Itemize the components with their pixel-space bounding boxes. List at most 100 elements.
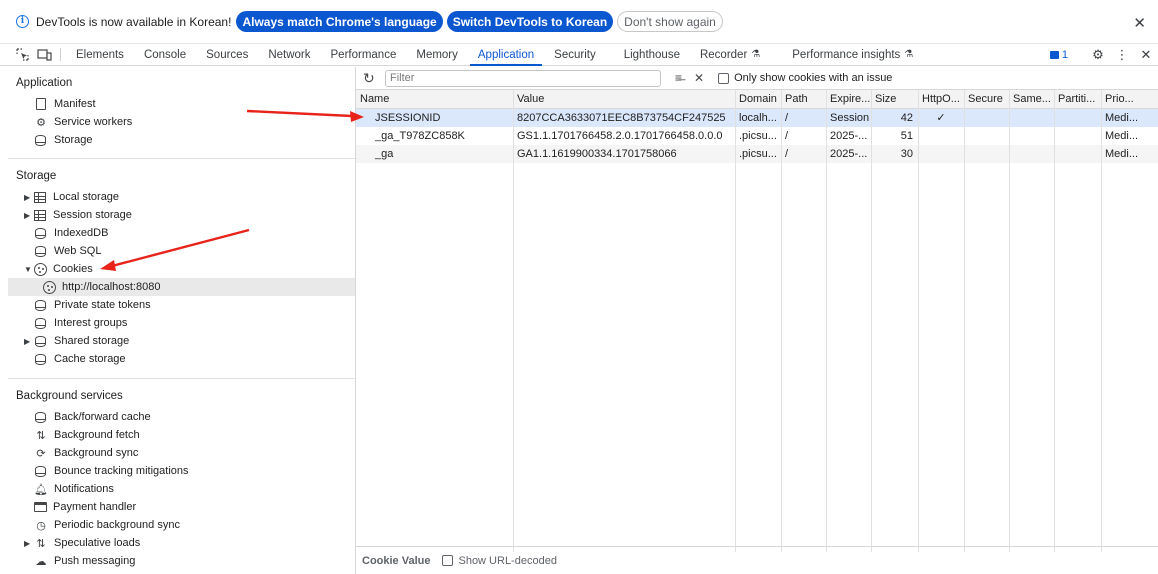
- cookie-size: 42: [900, 112, 913, 124]
- column-header-name[interactable]: Name: [356, 90, 513, 109]
- sidebar-item-notifications[interactable]: 🔔︎ Notifications: [34, 480, 114, 498]
- table-row[interactable]: _ga GA1.1.1619900334.1701758066 .picsu..…: [356, 145, 1158, 163]
- tab-sources[interactable]: Sources: [196, 44, 258, 65]
- tab-performance-insights[interactable]: Performance insights ⚗: [770, 44, 923, 65]
- column-header-samesite[interactable]: Same...: [1009, 90, 1054, 109]
- bell-icon: 🔔︎: [34, 483, 48, 496]
- tab-console[interactable]: Console: [134, 44, 196, 65]
- column-divider[interactable]: [918, 90, 919, 552]
- sidebar-item-cookie-origin[interactable]: http://localhost:8080: [8, 278, 355, 296]
- tab-network[interactable]: Network: [258, 44, 320, 65]
- clear-filtered-cookies-icon[interactable]: ≡̶: [675, 71, 682, 85]
- close-infobar-icon[interactable]: ✕: [1133, 14, 1146, 32]
- sidebar-item-background-sync[interactable]: ⟳ Background sync: [34, 444, 138, 462]
- application-sidebar: Application Manifest ⚙ Service workers St…: [8, 67, 356, 574]
- sidebar-item-periodic-background-sync[interactable]: ◷ Periodic background sync: [34, 516, 180, 534]
- tab-security[interactable]: Security: [544, 44, 606, 65]
- column-divider[interactable]: [1101, 90, 1102, 552]
- sidebar-item-bounce-tracking[interactable]: Bounce tracking mitigations: [34, 462, 189, 480]
- table-row[interactable]: JSESSIONID 8207CCA3633071EEC8B73754CF247…: [356, 109, 1158, 127]
- sidebar-item-storage[interactable]: Storage: [34, 131, 93, 149]
- column-header-secure[interactable]: Secure: [964, 90, 1009, 109]
- column-header-expires[interactable]: Expire...: [826, 90, 871, 109]
- cookie-filter-input[interactable]: Filter: [385, 69, 661, 87]
- sidebar-item-push-messaging[interactable]: ☁ Push messaging: [34, 552, 136, 570]
- column-divider[interactable]: [1054, 90, 1055, 552]
- column-divider[interactable]: [1009, 90, 1010, 552]
- always-match-language-button[interactable]: Always match Chrome's language: [236, 11, 443, 32]
- gears-icon: ⚙: [36, 116, 46, 129]
- tab-memory[interactable]: Memory: [406, 44, 468, 65]
- sidebar-item-indexeddb[interactable]: IndexedDB: [34, 224, 108, 242]
- section-title-application: Application: [16, 77, 73, 89]
- sidebar-item-local-storage[interactable]: ▶ Local storage: [24, 188, 119, 206]
- device-toolbar-icon[interactable]: [33, 44, 55, 65]
- close-devtools-icon[interactable]: ✕: [1134, 47, 1158, 63]
- cookie-size: 30: [900, 148, 913, 160]
- column-header-partition-key[interactable]: Partiti...: [1054, 90, 1101, 109]
- tab-application[interactable]: Application: [468, 44, 544, 66]
- sidebar-item-payment-handler[interactable]: Payment handler: [34, 498, 136, 516]
- column-header-value[interactable]: Value: [513, 90, 735, 109]
- column-divider[interactable]: [826, 90, 827, 552]
- table-row[interactable]: _ga_T978ZC858K GS1.1.1701766458.2.0.1701…: [356, 127, 1158, 145]
- expand-arrow-icon[interactable]: ▶: [24, 539, 34, 548]
- more-options-icon[interactable]: ⋮: [1110, 47, 1134, 63]
- sidebar-item-shared-storage[interactable]: ▶ Shared storage: [24, 332, 129, 350]
- tab-lighthouse[interactable]: Lighthouse: [606, 44, 690, 65]
- table-row-empty: [356, 163, 1158, 181]
- sidebar-item-web-sql[interactable]: Web SQL: [34, 242, 102, 260]
- tab-recorder[interactable]: Recorder ⚗: [690, 44, 770, 65]
- collapse-arrow-icon[interactable]: ▼: [24, 265, 34, 274]
- column-header-path[interactable]: Path: [781, 90, 826, 109]
- tab-elements[interactable]: Elements: [66, 44, 134, 65]
- column-header-size[interactable]: Size: [871, 90, 918, 109]
- database-icon: [35, 335, 46, 347]
- column-divider[interactable]: [735, 90, 736, 552]
- column-divider[interactable]: [513, 90, 514, 552]
- cookie-path: /: [785, 130, 789, 142]
- only-issue-label: Only show cookies with an issue: [734, 72, 893, 84]
- flask-icon: ⚗: [904, 49, 914, 60]
- sidebar-item-background-fetch[interactable]: ⇅ Background fetch: [34, 426, 139, 444]
- inspect-element-icon[interactable]: [11, 44, 33, 65]
- httponly-check-icon: ✓: [936, 112, 946, 124]
- delete-selected-icon[interactable]: ✕: [694, 71, 704, 85]
- column-header-httponly[interactable]: HttpO...: [918, 90, 964, 109]
- info-icon: i: [16, 15, 29, 28]
- sidebar-item-session-storage[interactable]: ▶ Session storage: [24, 206, 132, 224]
- dont-show-again-button[interactable]: Don't show again: [617, 11, 723, 32]
- sidebar-item-back-forward-cache[interactable]: Back/forward cache: [34, 408, 151, 426]
- sidebar-item-interest-groups[interactable]: Interest groups: [34, 314, 127, 332]
- issues-badge[interactable]: 1: [1049, 49, 1068, 61]
- expand-arrow-icon[interactable]: ▶: [24, 337, 34, 346]
- database-icon: [35, 299, 46, 311]
- column-divider[interactable]: [871, 90, 872, 552]
- url-decoded-checkbox[interactable]: [442, 555, 454, 566]
- column-divider[interactable]: [964, 90, 965, 552]
- sidebar-item-service-workers[interactable]: ⚙ Service workers: [34, 113, 132, 131]
- section-title-background-services: Background services: [16, 390, 123, 402]
- cookie-size: 51: [900, 130, 913, 142]
- cookie-value-label: Cookie Value: [362, 554, 431, 567]
- only-issue-checkbox[interactable]: [718, 72, 730, 84]
- devtools-tabbar: Elements Console Sources Network Perform…: [0, 44, 1158, 66]
- cookie-expires: 2025-...: [830, 148, 868, 160]
- cookies-table: Name Value Domain Path Expire... Size Ht…: [356, 90, 1158, 552]
- expand-arrow-icon[interactable]: ▶: [24, 193, 34, 202]
- column-header-priority[interactable]: Prio...: [1101, 90, 1158, 109]
- column-header-domain[interactable]: Domain: [735, 90, 781, 109]
- tab-performance[interactable]: Performance: [321, 44, 407, 65]
- sidebar-item-cache-storage[interactable]: Cache storage: [34, 350, 126, 368]
- cookie-path: /: [785, 148, 789, 160]
- up-down-arrows-icon: ⇅: [36, 429, 46, 442]
- sidebar-item-manifest[interactable]: Manifest: [34, 95, 96, 113]
- settings-gear-icon[interactable]: ⚙: [1086, 47, 1110, 63]
- expand-arrow-icon[interactable]: ▶: [24, 211, 34, 220]
- sidebar-item-speculative-loads[interactable]: ▶ ⇅ Speculative loads: [24, 534, 140, 552]
- sidebar-item-private-state-tokens[interactable]: Private state tokens: [34, 296, 151, 314]
- sidebar-item-cookies[interactable]: ▼ Cookies: [24, 260, 93, 278]
- refresh-icon[interactable]: ↻: [363, 70, 379, 87]
- column-divider[interactable]: [781, 90, 782, 552]
- switch-to-korean-button[interactable]: Switch DevTools to Korean: [446, 11, 614, 32]
